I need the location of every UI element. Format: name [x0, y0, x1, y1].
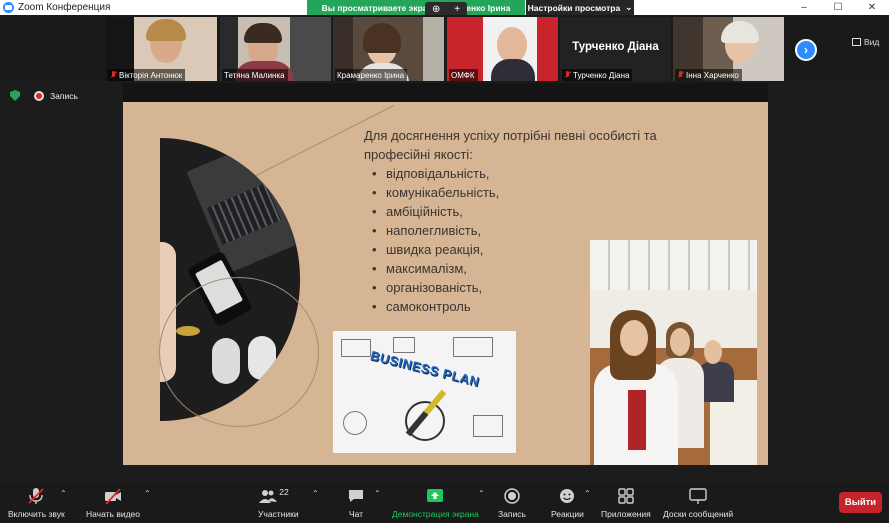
participants-count: 22: [279, 487, 289, 497]
list-item: комунікабельність,: [372, 183, 664, 202]
person-face-shape: [620, 320, 648, 356]
mic-muted-icon: [564, 71, 571, 79]
share-screen-button[interactable]: Демонстрация экрана: [392, 487, 479, 519]
reactions-button[interactable]: Реакции: [551, 487, 584, 519]
shield-check-icon[interactable]: [10, 90, 20, 101]
recording-status: Запись: [10, 90, 78, 101]
unmute-label: Включить звук: [8, 509, 65, 519]
business-plan-image: BUSINESS PLAN: [333, 331, 516, 453]
video-off-icon: [105, 488, 121, 505]
view-button[interactable]: Вид: [852, 37, 879, 47]
recording-label: Запись: [50, 90, 78, 101]
participant-tile[interactable]: Вікторія Антонюк: [106, 17, 217, 81]
list-item: амбіційність,: [372, 202, 664, 221]
minimize-button[interactable]: –: [787, 0, 821, 15]
close-button[interactable]: ✕: [855, 0, 889, 15]
recording-dot-icon: [34, 90, 44, 101]
doodle-chart: [453, 337, 493, 357]
share-options-caret[interactable]: ⌃: [478, 489, 485, 498]
slide-intro-text: Для досягнення успіху потрібні певні осо…: [364, 128, 657, 162]
next-page-button[interactable]: ›: [795, 39, 817, 61]
person-face-shape: [670, 328, 690, 356]
whiteboards-button[interactable]: Доски сообщений: [663, 487, 733, 519]
reactions-options-caret[interactable]: ⌃: [584, 489, 591, 498]
decorative-circle: [159, 277, 319, 427]
zoom-search-icon[interactable]: ⊕: [432, 4, 440, 15]
apps-icon: [618, 488, 634, 504]
mic-muted-icon: [677, 71, 684, 79]
doodle-box: [393, 337, 415, 353]
chevron-down-icon: ⌄: [625, 2, 633, 12]
audio-options-caret[interactable]: ⌃: [60, 489, 67, 498]
whiteboard-icon: [689, 488, 707, 504]
zoom-window: Zoom Конференция – ☐ ✕ Вы просматриваете…: [0, 0, 889, 523]
record-icon: [504, 488, 520, 504]
apps-label: Приложения: [601, 509, 651, 519]
list-item: відповідальність,: [372, 164, 664, 183]
chat-button[interactable]: Чат: [346, 487, 366, 519]
share-banner: Вы просматриваете экран Крамаренко Ірина: [307, 0, 525, 15]
start-video-label: Начать видео: [86, 509, 141, 519]
smiley-icon: [560, 489, 575, 503]
view-button-label: Вид: [864, 37, 880, 47]
share-screen-icon: [427, 489, 444, 502]
participant-name-label: Турченко Діана: [562, 69, 633, 81]
students-photo: [590, 240, 757, 465]
participants-button[interactable]: 22 Участники: [258, 487, 299, 519]
participant-hair: [363, 23, 401, 53]
shared-screen-top-margin: [123, 83, 768, 102]
unmute-button[interactable]: Включить звук: [8, 487, 65, 519]
video-options-caret[interactable]: ⌃: [144, 489, 151, 498]
participant-name-label: Крамаренко Ірина: [335, 69, 408, 81]
participants-icon-wrap: 22: [258, 487, 298, 505]
leave-meeting-button[interactable]: Выйти: [839, 492, 882, 513]
participant-tile-active-speaker[interactable]: Крамаренко Ірина: [333, 17, 444, 81]
participants-options-caret[interactable]: ⌃: [312, 489, 319, 498]
doodle-circle: [343, 411, 367, 435]
participant-display-name: Турченко Діана: [572, 41, 659, 53]
participant-face: [497, 27, 527, 63]
view-options-button[interactable]: Настройки просмотра ⌄: [526, 0, 634, 15]
view-options-label: Настройки просмотра: [527, 2, 621, 13]
record-label: Запись: [498, 509, 526, 519]
participants-label: Участники: [258, 509, 299, 519]
zoom-in-icon[interactable]: +: [454, 4, 460, 15]
chat-icon: [349, 490, 363, 502]
maximize-button[interactable]: ☐: [821, 0, 855, 15]
shared-slide: Для досягнення успіху потрібні певні осо…: [123, 102, 768, 465]
participant-tile-no-video[interactable]: Турченко Діана Турченко Діана: [560, 17, 671, 81]
chevron-right-icon: ›: [804, 43, 808, 57]
record-button[interactable]: Запись: [498, 487, 526, 519]
chat-label: Чат: [348, 509, 364, 519]
share-banner-text: Вы просматриваете экран Крамаренко Ірина: [321, 2, 511, 13]
start-video-button[interactable]: Начать видео: [86, 487, 140, 519]
participant-name-label: Вікторія Антонюк: [108, 69, 186, 81]
zoom-logo-icon: [3, 2, 14, 13]
embroidery-shape: [628, 390, 646, 450]
apps-button[interactable]: Приложения: [601, 487, 651, 519]
participant-name-label: Інна Харченко: [675, 69, 742, 81]
people-icon: [259, 490, 278, 503]
chat-options-caret[interactable]: ⌃: [374, 489, 381, 498]
doodle-chart: [473, 415, 503, 437]
mic-muted-icon: [110, 71, 117, 79]
gallery-strip: Вікторія Антонюк Тетяна Малинка Крамарен…: [0, 15, 889, 82]
share-screen-label: Демонстрация экрана: [392, 509, 479, 519]
participant-tile[interactable]: Тетяна Малинка: [220, 17, 331, 81]
reactions-label: Реакции: [551, 509, 584, 519]
participant-name-label: ОМФК: [449, 69, 478, 81]
doodle-chart: [341, 339, 371, 357]
list-item: наполегливість,: [372, 221, 664, 240]
meeting-toolbar: Включить звук ⌃ Начать видео ⌃ 22 Участн…: [0, 483, 889, 523]
window-title: Zoom Конференция: [18, 2, 111, 13]
participant-tile[interactable]: ОМФК: [447, 17, 558, 81]
person-face-shape: [704, 340, 722, 364]
participant-shoulders: [491, 59, 535, 81]
mic-muted-icon: [28, 488, 44, 504]
participant-name-label: Тетяна Малинка: [222, 69, 288, 81]
whiteboards-label: Доски сообщений: [663, 509, 734, 519]
window-controls: – ☐ ✕: [787, 0, 889, 15]
participant-tile[interactable]: Інна Харченко: [673, 17, 784, 81]
grid-view-icon: [852, 38, 861, 46]
